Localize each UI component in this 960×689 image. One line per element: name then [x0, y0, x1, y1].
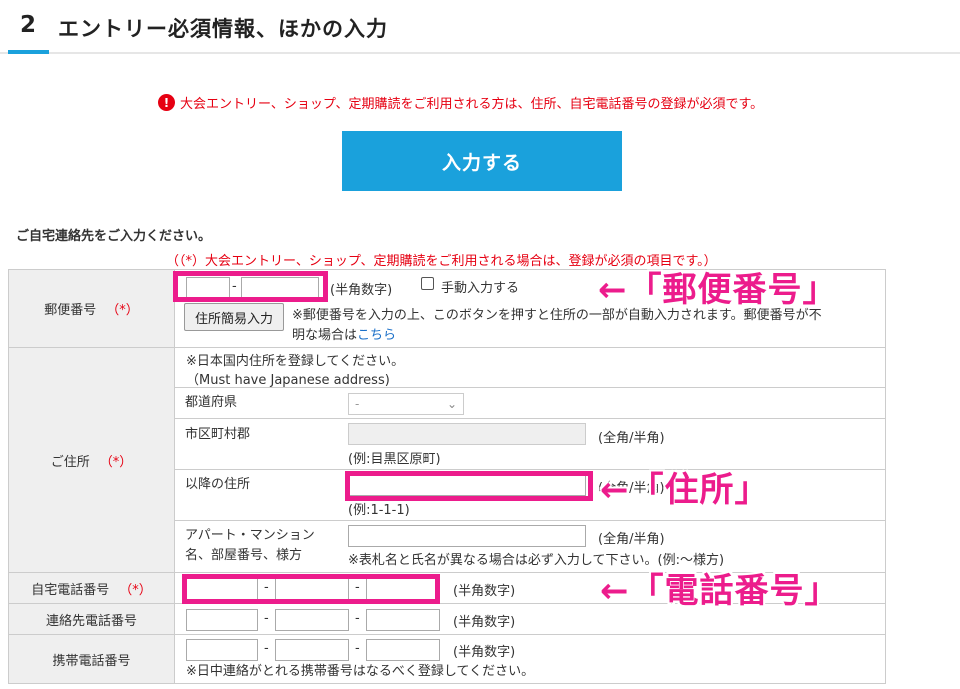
- building-label-line1: アパート・マンション: [185, 528, 315, 543]
- postal-help-line2: 明な場合はこちら: [292, 328, 397, 343]
- required-mark: （*）: [106, 303, 139, 318]
- required-mark: （*）: [99, 454, 133, 470]
- home-phone-hint: (半角数字): [453, 584, 516, 599]
- mobile-phone-label-cell: 携帯電話番号: [9, 635, 175, 683]
- mobile-phone-area-input[interactable]: [186, 639, 258, 661]
- mobile-phone-label: 携帯電話番号: [52, 653, 131, 669]
- notice-text: 大会エントリー、ショップ、定期購読をご利用される方は、住所、自宅電話番号の登録が…: [180, 97, 764, 112]
- phone-dash: -: [355, 641, 360, 656]
- contact-heading: ご自宅連絡先をご入力ください。: [16, 229, 212, 244]
- building-hint: (全角/半角): [598, 532, 665, 547]
- city-hint: (全角/半角): [598, 431, 665, 446]
- postal-label: 郵便番号: [44, 303, 97, 318]
- phone-annotation: ←「電話番号」: [600, 571, 840, 611]
- prefecture-select[interactable]: - ⌄: [348, 393, 464, 415]
- street-example: (例:1-1-1): [348, 503, 410, 518]
- home-phone-label: 自宅電話番号: [31, 582, 110, 598]
- city-example: (例:目黒区原町): [348, 452, 441, 467]
- postal-hint: (半角数字): [330, 283, 393, 298]
- postal-help-link[interactable]: こちら: [357, 328, 396, 343]
- required-mark: （*）: [119, 582, 152, 598]
- building-label-line2: 名、部屋番号、様方: [185, 548, 303, 563]
- required-notice: ! 大会エントリー、ショップ、定期購読をご利用される方は、住所、自宅電話番号の登…: [158, 93, 763, 112]
- postal-highlight-box: [173, 271, 328, 302]
- row-divider: [174, 387, 885, 388]
- alert-icon: !: [158, 94, 175, 111]
- section-accent-bar: [8, 50, 49, 54]
- address-label: ご住所: [50, 454, 90, 470]
- mobile-phone-last-input[interactable]: [366, 639, 440, 661]
- prefecture-label: 都道府県: [185, 395, 238, 410]
- address-note-line2: （Must have Japanese address): [186, 373, 390, 388]
- contact-phone-label-cell: 連絡先電話番号: [9, 604, 175, 635]
- home-phone-label-cell: 自宅電話番号 （*）: [9, 573, 175, 604]
- phone-dash: -: [264, 641, 269, 656]
- enter-button[interactable]: 入力する: [342, 131, 622, 191]
- row-divider: [174, 634, 885, 635]
- mobile-phone-note: ※日中連絡がとれる携帯番号はなるべく登録してください。: [186, 664, 535, 679]
- city-label: 市区町村郡: [185, 427, 251, 442]
- street-label: 以降の住所: [185, 477, 251, 492]
- manual-entry-checkbox[interactable]: [421, 277, 434, 290]
- row-divider: [174, 347, 885, 348]
- section-title: エントリー必須情報、ほかの入力: [58, 17, 388, 41]
- mobile-phone-middle-input[interactable]: [275, 639, 349, 661]
- row-divider: [174, 520, 885, 521]
- address-highlight-box: [345, 471, 593, 501]
- chevron-down-icon: ⌄: [446, 397, 457, 411]
- prefecture-value: -: [355, 397, 360, 411]
- manual-entry-label[interactable]: 手動入力する: [441, 277, 519, 296]
- contact-phone-last-input[interactable]: [366, 609, 440, 631]
- mobile-phone-hint: (半角数字): [453, 645, 516, 660]
- phone-dash: -: [264, 611, 269, 626]
- phone-dash: -: [355, 611, 360, 626]
- address-lookup-button[interactable]: 住所簡易入力: [184, 303, 284, 331]
- address-label-cell: ご住所 （*）: [9, 348, 175, 573]
- contact-phone-hint: (半角数字): [453, 615, 516, 630]
- postal-label-cell: 郵便番号 （*）: [9, 270, 175, 348]
- contact-phone-middle-input[interactable]: [275, 609, 349, 631]
- address-annotation: ←「住所」: [600, 470, 770, 510]
- phone-highlight-box: [182, 574, 440, 604]
- row-divider: [174, 418, 885, 419]
- row-divider: [174, 469, 885, 470]
- address-note-line1: ※日本国内住所を登録してください。: [186, 354, 405, 369]
- postal-annotation: ←「郵便番号」: [598, 270, 838, 310]
- section-number: 2: [20, 12, 37, 38]
- contact-phone-area-input[interactable]: [186, 609, 258, 631]
- section-header: 2 エントリー必須情報、ほかの入力: [0, 0, 960, 54]
- building-input[interactable]: [348, 525, 586, 547]
- contact-phone-label: 連絡先電話番号: [45, 613, 137, 629]
- city-input[interactable]: [348, 423, 586, 445]
